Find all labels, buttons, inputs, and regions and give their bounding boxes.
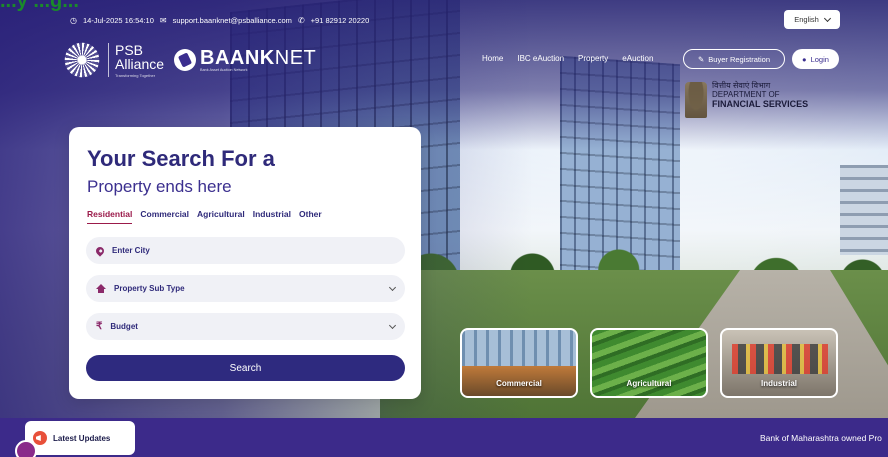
support-phone[interactable]: +91 82912 20220 xyxy=(311,16,370,25)
news-ticker[interactable]: Bank of Maharashtra owned Pro xyxy=(760,433,888,443)
main-nav: Home IBC eAuction Property eAuction xyxy=(482,54,653,63)
user-icon: ● xyxy=(802,54,807,64)
gavel-icon xyxy=(174,49,197,71)
property-type-tabs: Residential Commercial Agricultural Indu… xyxy=(87,209,322,224)
baanknet-logo: BAANKNET Bank Asset Auction Network xyxy=(174,48,316,72)
psb-alliance-globe-logo xyxy=(62,40,102,80)
nav-ibc-eauction[interactable]: IBC eAuction xyxy=(517,54,564,63)
site-logo[interactable]: PSB Alliance Transforming Together BAANK… xyxy=(62,40,316,80)
chat-icon[interactable] xyxy=(15,440,37,457)
search-button[interactable]: Search xyxy=(86,355,405,381)
property-subtype-select[interactable]: Property Sub Type xyxy=(86,275,405,302)
megaphone-icon xyxy=(33,431,47,445)
tab-other[interactable]: Other xyxy=(299,209,322,224)
psb-alliance-wordmark: PSB Alliance Transforming Together xyxy=(115,41,165,78)
nav-property[interactable]: Property xyxy=(578,54,608,63)
tab-commercial[interactable]: Commercial xyxy=(140,209,189,224)
page: ...y ...g... ◷ 14-Jul-2025 16:54:10 ✉ su… xyxy=(0,0,888,457)
registration-icon: ✎ xyxy=(698,54,705,64)
location-pin-icon xyxy=(94,244,106,257)
budget-placeholder: Budget xyxy=(110,322,138,331)
clock-icon: ◷ xyxy=(70,16,77,25)
nav-home[interactable]: Home xyxy=(482,54,503,63)
support-email[interactable]: support.baanknet@psballiance.com xyxy=(173,16,292,25)
tab-agricultural[interactable]: Agricultural xyxy=(197,209,245,224)
chevron-down-icon xyxy=(388,321,397,329)
mail-icon: ✉ xyxy=(159,16,167,25)
language-label: English xyxy=(794,15,819,24)
buyer-registration-button[interactable]: ✎ Buyer Registration xyxy=(683,49,785,69)
city-placeholder: Enter City xyxy=(112,246,150,255)
property-search-card: Your Search For a Property ends here Res… xyxy=(69,127,421,399)
login-button[interactable]: ● Login xyxy=(792,49,839,69)
tab-residential[interactable]: Residential xyxy=(87,209,133,224)
clipped-heading: ...y ...g... xyxy=(0,0,79,12)
city-input[interactable]: Enter City xyxy=(86,237,405,264)
search-title: Your Search For a xyxy=(87,146,275,171)
chevron-down-icon xyxy=(388,283,397,291)
contact-info: ◷ 14-Jul-2025 16:54:10 ✉ support.baankne… xyxy=(70,16,369,25)
logo-divider xyxy=(108,43,109,77)
dfs-name-line2: FINANCIAL SERVICES xyxy=(712,98,809,109)
latest-updates-button[interactable]: Latest Updates xyxy=(25,421,135,455)
nav-eauction[interactable]: eAuction xyxy=(622,54,653,63)
tab-industrial[interactable]: Industrial xyxy=(253,209,291,224)
current-datetime: 14-Jul-2025 16:54:10 xyxy=(82,16,154,25)
language-select[interactable]: English xyxy=(784,10,840,29)
chevron-down-icon xyxy=(823,14,831,22)
category-tile-industrial[interactable]: Industrial xyxy=(720,328,838,398)
search-subtitle: Property ends here xyxy=(87,177,232,196)
subtype-placeholder: Property Sub Type xyxy=(114,284,185,293)
top-info-bar: ◷ 14-Jul-2025 16:54:10 ✉ support.baankne… xyxy=(0,0,888,32)
category-tile-commercial[interactable]: Commercial xyxy=(460,328,578,398)
category-tile-agricultural[interactable]: Agricultural xyxy=(590,328,708,398)
phone-icon: ✆ xyxy=(297,16,305,25)
rupee-icon: ₹ xyxy=(96,321,103,332)
budget-select[interactable]: ₹ Budget xyxy=(86,313,405,340)
dfs-logo: वित्तीय सेवाएं विभाग DEPARTMENT OF FINAN… xyxy=(685,81,809,118)
national-emblem-icon xyxy=(685,82,707,118)
home-icon xyxy=(96,284,106,293)
